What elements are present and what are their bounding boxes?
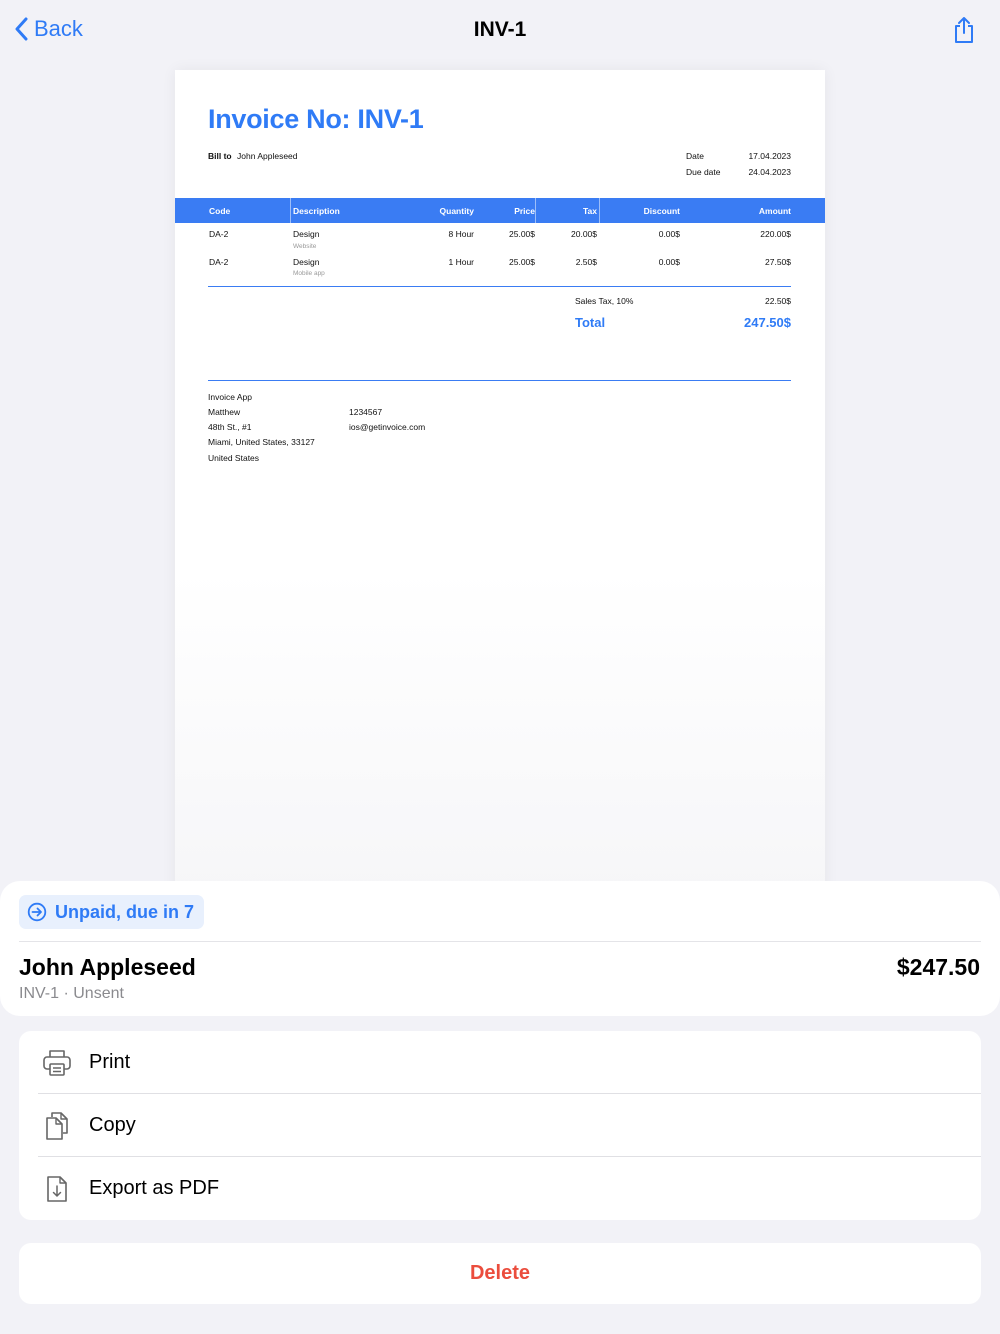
delete-button[interactable]: Delete	[19, 1243, 981, 1304]
date-value: 17.04.2023	[748, 151, 791, 161]
cell-price: 25.00$	[509, 257, 535, 267]
total-value: 247.50$	[744, 315, 791, 330]
column-header: Price	[514, 206, 535, 216]
cell-code: DA-2	[209, 257, 229, 267]
invoice-preview: Invoice No: INV-1 Bill to John Appleseed…	[175, 70, 825, 900]
export-label: Export as PDF	[89, 1177, 220, 1199]
cell-tax: 20.00$	[571, 229, 597, 239]
cell-code: DA-2	[209, 229, 229, 239]
column-header: Quantity	[439, 206, 474, 216]
cell-discount: 0.00$	[658, 229, 680, 239]
cell-note: Mobile app	[293, 270, 325, 277]
delete-label: Delete	[469, 1262, 531, 1284]
print-button[interactable]: Print	[19, 1031, 981, 1094]
invoice-summary-card: Unpaid, due in 7 John Appleseed $247.50 …	[0, 881, 1000, 1016]
bill-to-label: Bill to	[208, 151, 232, 161]
status-badge[interactable]: Unpaid, due in 7	[19, 895, 205, 929]
divider	[208, 286, 791, 287]
sales-tax-value: 22.50$	[765, 296, 791, 306]
copy-doc-icon	[39, 1108, 75, 1144]
cell-discount: 0.00$	[658, 257, 680, 267]
export-pdf-button[interactable]: Export as PDF	[19, 1157, 981, 1220]
column-header: Description	[293, 206, 340, 216]
status-label: Unpaid, due in 7	[55, 901, 195, 922]
column-header: Code	[209, 206, 231, 216]
footer-country: United States	[208, 453, 260, 463]
footer-street: 48th St., #1	[208, 422, 252, 432]
due-date-label: Due date	[686, 167, 721, 177]
cell-description: Design	[293, 229, 320, 239]
invoice-amount: $247.50	[896, 954, 980, 980]
cell-quantity: 1 Hour	[448, 257, 474, 267]
footer-divider	[208, 380, 791, 381]
copy-label: Copy	[89, 1114, 136, 1136]
due-date-value: 24.04.2023	[748, 167, 791, 177]
cell-quantity: 8 Hour	[448, 229, 474, 239]
page-fade	[175, 570, 825, 900]
navigation-bar: Back INV-1	[0, 0, 1000, 62]
copy-button[interactable]: Copy	[19, 1094, 981, 1157]
column-header: Amount	[758, 206, 791, 216]
table-header: Code Description Quantity Price Tax Disc…	[175, 198, 825, 223]
invoice-title: Invoice No: INV-1	[208, 104, 424, 134]
bill-to-name: John Appleseed	[237, 151, 298, 161]
cell-note: Website	[293, 243, 317, 250]
cell-amount: 27.50$	[765, 257, 791, 267]
cell-description: Design	[293, 257, 320, 267]
cell-amount: 220.00$	[760, 229, 791, 239]
arrow-circle-icon	[27, 902, 47, 922]
divider	[19, 941, 981, 942]
cell-price: 25.00$	[509, 229, 535, 239]
printer-icon	[39, 1045, 75, 1081]
column-header: Tax	[582, 206, 597, 216]
page-title: INV-1	[473, 18, 527, 41]
pdf-download-icon	[39, 1171, 75, 1207]
footer-company: Invoice App	[208, 392, 252, 402]
total-label: Total	[575, 315, 606, 330]
column-header: Discount	[643, 206, 680, 216]
share-icon	[955, 17, 973, 43]
actions-list: Print Copy Export as PDF	[19, 1031, 981, 1220]
print-label: Print	[89, 1051, 131, 1073]
client-name: John Appleseed	[19, 954, 196, 980]
invoice-subtitle: INV-1 · Unsent	[19, 985, 124, 1002]
footer-phone: 1234567	[349, 407, 383, 417]
date-label: Date	[686, 151, 704, 161]
sales-tax-label: Sales Tax, 10%	[575, 296, 634, 306]
share-button[interactable]	[952, 16, 976, 49]
footer-email: ios@getinvoice.com	[349, 422, 426, 432]
cell-tax: 2.50$	[575, 257, 597, 267]
footer-city: Miami, United States, 33127	[208, 437, 315, 447]
footer-name: Matthew	[208, 407, 241, 417]
